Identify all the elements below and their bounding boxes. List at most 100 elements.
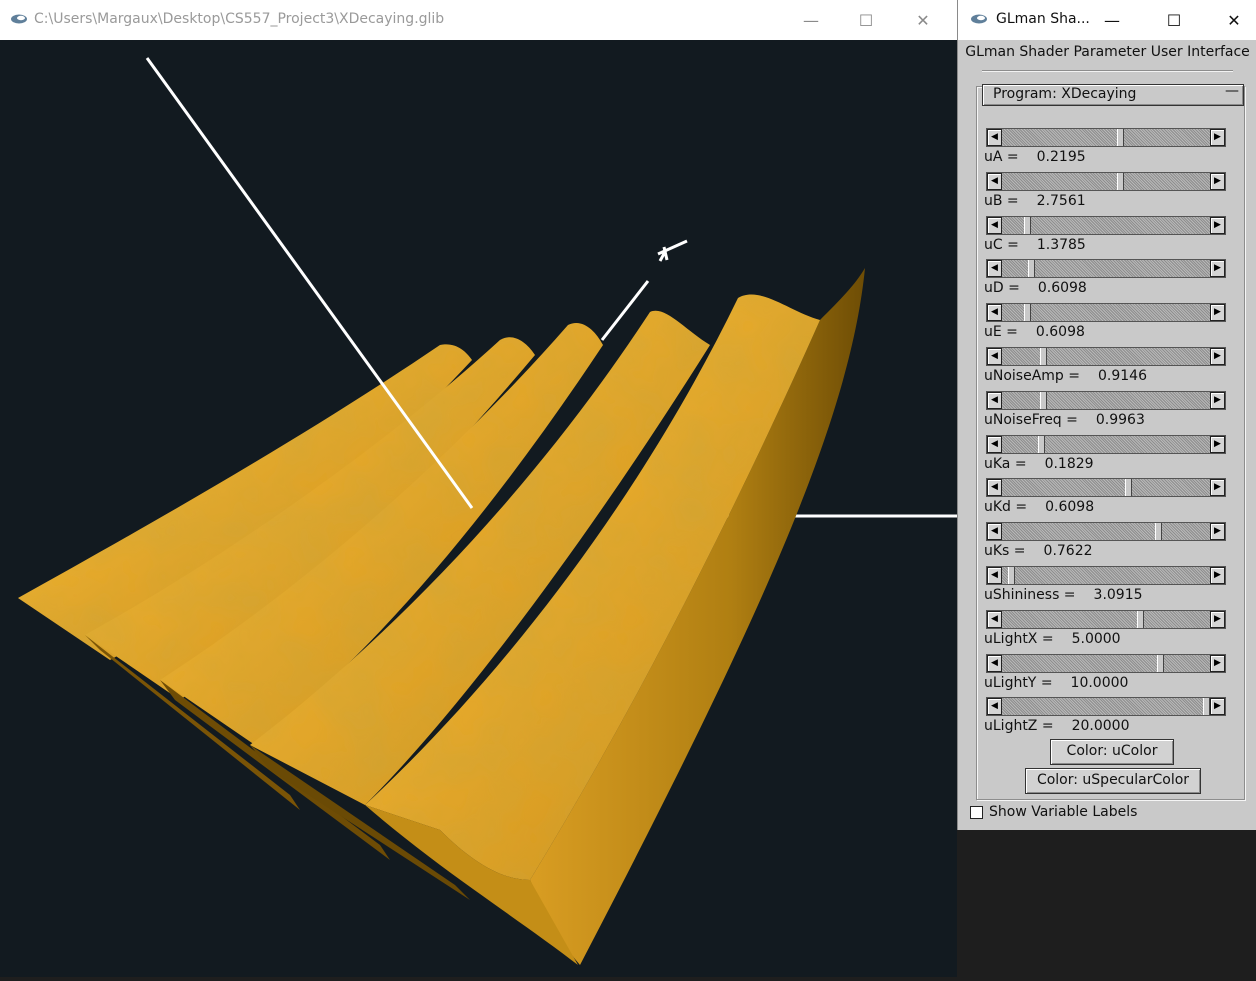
param-value: 0.9963 <box>1095 411 1145 428</box>
slider-right-arrow-icon[interactable]: ▶ <box>1210 172 1225 190</box>
slider-thumb[interactable] <box>1157 654 1164 672</box>
param-slider[interactable]: ◀ ▶ <box>986 215 1226 235</box>
param-slider[interactable]: ◀ ▶ <box>986 259 1226 279</box>
slider-left-arrow-icon[interactable]: ◀ <box>987 698 1002 716</box>
minimize-button[interactable]: — <box>788 0 834 40</box>
panel-window-title: GLman Sha... <box>996 11 1090 27</box>
param-slider[interactable]: ◀ ▶ <box>986 128 1226 147</box>
slider-right-arrow-icon[interactable]: ▶ <box>1210 391 1225 409</box>
slider-right-arrow-icon[interactable]: ▶ <box>1210 216 1225 234</box>
slider-right-arrow-icon[interactable]: ▶ <box>1210 260 1225 278</box>
param-slider[interactable]: ◀ ▶ <box>986 347 1226 366</box>
param-label: uC = 1.3785 <box>984 237 1086 253</box>
param-label: uKd = 0.6098 <box>984 499 1094 515</box>
slider-track[interactable] <box>1002 698 1210 716</box>
color-ucolor-button[interactable]: Color: uColor <box>1050 739 1174 765</box>
program-header[interactable]: Program: XDecaying — <box>982 83 1244 106</box>
param-slider[interactable]: ◀ ▶ <box>986 390 1226 410</box>
slider-thumb[interactable] <box>1040 348 1047 365</box>
slider-track[interactable] <box>1002 172 1210 190</box>
slider-track[interactable] <box>1002 348 1210 365</box>
slider-thumb[interactable] <box>1008 567 1015 584</box>
slider-track[interactable] <box>1002 391 1210 409</box>
param-slider[interactable]: ◀ ▶ <box>986 434 1226 454</box>
desktop-background <box>957 830 1256 977</box>
collapse-button[interactable]: — <box>1225 83 1239 99</box>
slider-left-arrow-icon[interactable]: ◀ <box>987 567 1002 584</box>
color-uspecularcolor-button[interactable]: Color: uSpecularColor <box>1025 768 1201 794</box>
panel-titlebar[interactable]: GLman Sha... — ☐ ✕ <box>958 0 1256 40</box>
show-variable-labels[interactable]: Show Variable Labels <box>970 804 1137 820</box>
slider-thumb[interactable] <box>1117 172 1124 190</box>
slider-right-arrow-icon[interactable]: ▶ <box>1210 435 1225 453</box>
param-slider[interactable]: ◀ ▶ <box>986 522 1226 542</box>
param-row: ◀ ▶ uLightY = 10.0000 <box>984 653 1236 698</box>
slider-thumb[interactable] <box>1203 698 1210 716</box>
slider-thumb[interactable] <box>1155 523 1162 541</box>
maximize-button[interactable]: ☐ <box>843 0 889 40</box>
slider-track[interactable] <box>1002 216 1210 234</box>
param-name: uKs = <box>984 543 1026 560</box>
close-button[interactable]: ✕ <box>900 0 946 40</box>
slider-left-arrow-icon[interactable]: ◀ <box>987 435 1002 453</box>
slider-left-arrow-icon[interactable]: ◀ <box>987 610 1002 628</box>
param-slider[interactable]: ◀ ▶ <box>986 653 1226 673</box>
slider-left-arrow-icon[interactable]: ◀ <box>987 348 1002 365</box>
slider-right-arrow-icon[interactable]: ▶ <box>1210 479 1225 497</box>
slider-track[interactable] <box>1002 567 1210 584</box>
slider-right-arrow-icon[interactable]: ▶ <box>1210 654 1225 672</box>
gl-viewport[interactable] <box>0 40 957 977</box>
slider-thumb[interactable] <box>1117 129 1124 146</box>
param-slider[interactable]: ◀ ▶ <box>986 303 1226 323</box>
panel-maximize-button[interactable]: ☐ <box>1151 0 1197 40</box>
panel-close-button[interactable]: ✕ <box>1211 0 1256 40</box>
slider-track[interactable] <box>1002 654 1210 672</box>
slider-track[interactable] <box>1002 435 1210 453</box>
slider-left-arrow-icon[interactable]: ◀ <box>987 523 1002 541</box>
slider-left-arrow-icon[interactable]: ◀ <box>987 304 1002 322</box>
slider-right-arrow-icon[interactable]: ▶ <box>1210 523 1225 541</box>
slider-track[interactable] <box>1002 260 1210 278</box>
param-slider[interactable]: ◀ ▶ <box>986 566 1226 585</box>
param-label: uShininess = 3.0915 <box>984 587 1143 603</box>
param-name: uA = <box>984 149 1019 165</box>
slider-thumb[interactable] <box>1024 304 1031 322</box>
slider-right-arrow-icon[interactable]: ▶ <box>1210 304 1225 322</box>
slider-left-arrow-icon[interactable]: ◀ <box>987 216 1002 234</box>
slider-right-arrow-icon[interactable]: ▶ <box>1210 567 1225 584</box>
param-slider[interactable]: ◀ ▶ <box>986 697 1226 717</box>
slider-track[interactable] <box>1002 610 1210 628</box>
slider-right-arrow-icon[interactable]: ▶ <box>1210 698 1225 716</box>
slider-left-arrow-icon[interactable]: ◀ <box>987 391 1002 409</box>
slider-thumb[interactable] <box>1028 260 1035 278</box>
render-titlebar[interactable]: C:\Users\Margaux\Desktop\CS557_Project3\… <box>0 0 957 40</box>
slider-thumb[interactable] <box>1024 216 1031 234</box>
slider-right-arrow-icon[interactable]: ▶ <box>1210 129 1225 146</box>
slider-left-arrow-icon[interactable]: ◀ <box>987 479 1002 497</box>
slider-track[interactable] <box>1002 304 1210 322</box>
panel-minimize-button[interactable]: — <box>1089 0 1135 40</box>
slider-left-arrow-icon[interactable]: ◀ <box>987 654 1002 672</box>
param-slider[interactable]: ◀ ▶ <box>986 478 1226 498</box>
slider-track[interactable] <box>1002 129 1210 146</box>
slider-track[interactable] <box>1002 479 1210 497</box>
param-slider[interactable]: ◀ ▶ <box>986 171 1226 191</box>
param-value: 3.0915 <box>1093 587 1143 603</box>
slider-right-arrow-icon[interactable]: ▶ <box>1210 348 1225 365</box>
slider-thumb[interactable] <box>1038 435 1045 453</box>
param-slider[interactable]: ◀ ▶ <box>986 609 1226 629</box>
param-value: 0.1829 <box>1044 455 1094 472</box>
param-row: ◀ ▶ uLightX = 5.0000 <box>984 609 1236 654</box>
slider-thumb[interactable] <box>1040 391 1047 409</box>
slider-left-arrow-icon[interactable]: ◀ <box>987 129 1002 146</box>
slider-thumb[interactable] <box>1137 610 1144 628</box>
show-labels-checkbox[interactable] <box>970 805 983 819</box>
slider-thumb[interactable] <box>1125 479 1132 497</box>
slider-left-arrow-icon[interactable]: ◀ <box>987 260 1002 278</box>
glman-app-icon <box>970 12 988 30</box>
slider-right-arrow-icon[interactable]: ▶ <box>1210 610 1225 628</box>
render-window-title: C:\Users\Margaux\Desktop\CS557_Project3\… <box>34 11 445 27</box>
param-label: uNoiseFreq = 0.9963 <box>984 412 1145 428</box>
slider-left-arrow-icon[interactable]: ◀ <box>987 172 1002 190</box>
slider-track[interactable] <box>1002 523 1210 541</box>
